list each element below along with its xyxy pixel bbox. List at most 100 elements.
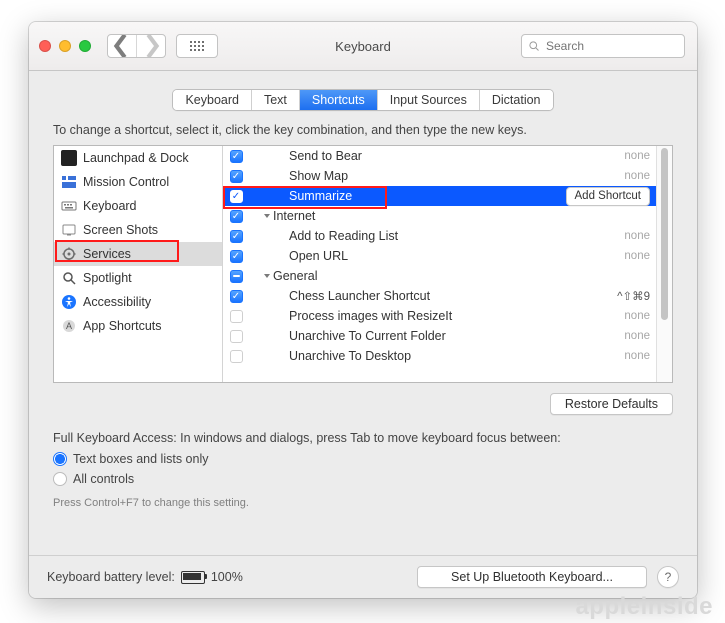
checkbox[interactable] bbox=[230, 310, 243, 323]
item-label: Process images with ResizeIt bbox=[289, 309, 616, 323]
item-label: Send to Bear bbox=[289, 149, 616, 163]
scrollbar-thumb[interactable] bbox=[661, 148, 668, 320]
sidebar-item-label: Mission Control bbox=[83, 175, 169, 189]
zoom-window-button[interactable] bbox=[79, 40, 91, 52]
checkbox[interactable] bbox=[230, 350, 243, 363]
tab-dictation[interactable]: Dictation bbox=[480, 90, 553, 110]
item-shortcut: ^⇧⌘9 bbox=[616, 289, 650, 303]
list-item[interactable]: Unarchive To Current Folder none bbox=[223, 326, 656, 346]
fka-option-text-boxes[interactable]: Text boxes and lists only bbox=[53, 449, 673, 469]
radio-label: Text boxes and lists only bbox=[73, 452, 209, 466]
radio-button[interactable] bbox=[53, 452, 67, 466]
checkbox[interactable]: ✓ bbox=[230, 290, 243, 303]
sidebar-item-label: Keyboard bbox=[83, 199, 137, 213]
sidebar-item-mission-control[interactable]: Mission Control bbox=[54, 170, 222, 194]
forward-button[interactable] bbox=[137, 35, 165, 57]
list-item[interactable]: ✓ Open URL none bbox=[223, 246, 656, 266]
list-item[interactable]: Unarchive To Desktop none bbox=[223, 346, 656, 366]
app-shortcuts-icon: A bbox=[61, 318, 77, 334]
group-label: Internet bbox=[273, 209, 650, 223]
checkbox[interactable]: ✓ bbox=[230, 190, 243, 203]
close-window-button[interactable] bbox=[39, 40, 51, 52]
radio-label: All controls bbox=[73, 472, 134, 486]
sidebar-item-accessibility[interactable]: Accessibility bbox=[54, 290, 222, 314]
services-icon bbox=[61, 246, 77, 262]
sidebar-item-app-shortcuts[interactable]: A App Shortcuts bbox=[54, 314, 222, 338]
full-keyboard-access-section: Full Keyboard Access: In windows and dia… bbox=[53, 431, 673, 509]
group-label: General bbox=[273, 269, 650, 283]
tab-bar: Keyboard Text Shortcuts Input Sources Di… bbox=[29, 89, 697, 111]
search-field[interactable] bbox=[521, 34, 685, 58]
fka-heading: Full Keyboard Access: In windows and dia… bbox=[53, 431, 673, 445]
category-sidebar: Launchpad & Dock Mission Control Keyboar… bbox=[54, 146, 223, 382]
add-shortcut-button[interactable]: Add Shortcut bbox=[566, 187, 650, 206]
restore-defaults-button[interactable]: Restore Defaults bbox=[550, 393, 673, 415]
list-item[interactable]: ✓ Show Map none bbox=[223, 166, 656, 186]
help-button[interactable]: ? bbox=[657, 566, 679, 588]
list-group[interactable]: General bbox=[223, 266, 656, 286]
checkbox[interactable]: ✓ bbox=[230, 250, 243, 263]
battery-level: 100% bbox=[211, 570, 243, 584]
preferences-window: Keyboard Keyboard Text Shortcuts Input S… bbox=[29, 22, 697, 598]
search-input[interactable] bbox=[544, 38, 697, 54]
sidebar-item-label: Spotlight bbox=[83, 271, 132, 285]
sidebar-item-keyboard[interactable]: Keyboard bbox=[54, 194, 222, 218]
checkbox[interactable] bbox=[230, 330, 243, 343]
tab-keyboard[interactable]: Keyboard bbox=[173, 90, 252, 110]
battery-icon bbox=[181, 571, 205, 584]
checkbox-mixed[interactable] bbox=[230, 270, 243, 283]
back-button[interactable] bbox=[108, 35, 137, 57]
checkbox[interactable]: ✓ bbox=[230, 230, 243, 243]
item-shortcut: none bbox=[616, 330, 650, 342]
radio-button[interactable] bbox=[53, 472, 67, 486]
list-item-selected[interactable]: ✓ Summarize Add Shortcut bbox=[223, 186, 656, 206]
sidebar-item-label: Screen Shots bbox=[83, 223, 158, 237]
search-icon bbox=[528, 40, 540, 52]
svg-text:A: A bbox=[66, 321, 72, 331]
shortcuts-split-view: Launchpad & Dock Mission Control Keyboar… bbox=[53, 145, 673, 383]
item-shortcut: none bbox=[616, 170, 650, 182]
checkbox[interactable]: ✓ bbox=[230, 150, 243, 163]
sidebar-item-label: Launchpad & Dock bbox=[83, 151, 189, 165]
launchpad-icon bbox=[61, 150, 77, 166]
sidebar-item-screen-shots[interactable]: Screen Shots bbox=[54, 218, 222, 242]
tab-input-sources[interactable]: Input Sources bbox=[378, 90, 480, 110]
checkbox[interactable]: ✓ bbox=[230, 170, 243, 183]
item-label: Open URL bbox=[289, 249, 616, 263]
list-item[interactable]: ✓ Add to Reading List none bbox=[223, 226, 656, 246]
item-label: Chess Launcher Shortcut bbox=[289, 289, 616, 303]
item-label: Summarize bbox=[289, 189, 566, 203]
list-item[interactable]: Process images with ResizeIt none bbox=[223, 306, 656, 326]
list-item[interactable]: ✓ Chess Launcher Shortcut ^⇧⌘9 bbox=[223, 286, 656, 306]
bluetooth-keyboard-button[interactable]: Set Up Bluetooth Keyboard... bbox=[417, 566, 647, 588]
item-label: Unarchive To Desktop bbox=[289, 349, 616, 363]
tab-text[interactable]: Text bbox=[252, 90, 300, 110]
item-shortcut: none bbox=[616, 250, 650, 262]
fka-option-all-controls[interactable]: All controls bbox=[53, 469, 673, 489]
toolbar: Keyboard bbox=[29, 22, 697, 71]
shortcuts-list: ✓ Send to Bear none ✓ Show Map none bbox=[223, 146, 672, 382]
item-shortcut: none bbox=[616, 350, 650, 362]
sidebar-item-spotlight[interactable]: Spotlight bbox=[54, 266, 222, 290]
item-shortcut: none bbox=[616, 230, 650, 242]
sidebar-item-services[interactable]: Services bbox=[54, 242, 222, 266]
minimize-window-button[interactable] bbox=[59, 40, 71, 52]
sidebar-item-launchpad[interactable]: Launchpad & Dock bbox=[54, 146, 222, 170]
tab-shortcuts[interactable]: Shortcuts bbox=[300, 90, 378, 110]
grid-icon bbox=[190, 41, 204, 51]
accessibility-icon bbox=[61, 294, 77, 310]
checkbox[interactable]: ✓ bbox=[230, 210, 243, 223]
disclosure-triangle-icon[interactable] bbox=[263, 272, 271, 280]
fka-hint: Press Control+F7 to change this setting. bbox=[53, 497, 673, 509]
screenshots-icon bbox=[61, 222, 77, 238]
disclosure-triangle-icon[interactable] bbox=[263, 212, 271, 220]
list-group[interactable]: ✓ Internet bbox=[223, 206, 656, 226]
bottom-bar: Keyboard battery level: 100% Set Up Blue… bbox=[29, 555, 697, 598]
scrollbar[interactable] bbox=[656, 146, 672, 382]
list-item[interactable]: ✓ Send to Bear none bbox=[223, 146, 656, 166]
item-label: Add to Reading List bbox=[289, 229, 616, 243]
nav-buttons bbox=[107, 34, 166, 58]
show-all-button[interactable] bbox=[176, 34, 218, 58]
window-controls bbox=[39, 40, 91, 52]
mission-control-icon bbox=[61, 174, 77, 190]
